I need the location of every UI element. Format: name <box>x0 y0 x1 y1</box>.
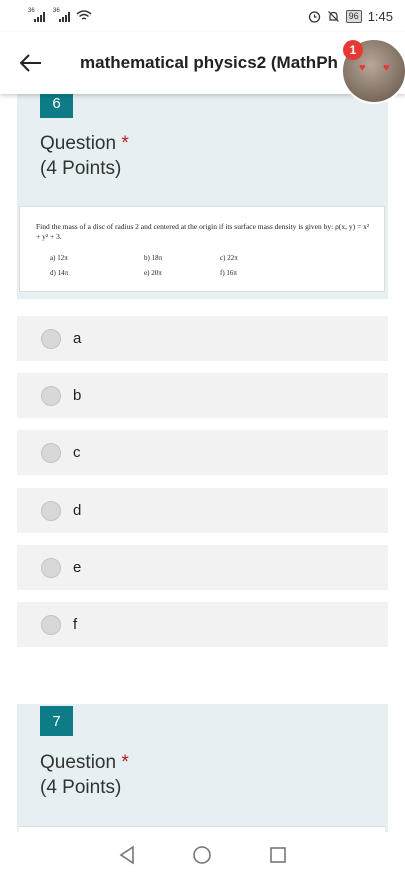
choice-text: d) 14π <box>50 269 69 277</box>
radio-button[interactable] <box>41 385 61 406</box>
option-label: a <box>73 330 82 347</box>
question-points: (4 Points) <box>40 777 122 798</box>
network-type-label: 36 <box>28 8 35 14</box>
radio-button[interactable] <box>41 557 61 578</box>
status-bar: 36 36 96 1:45 <box>0 0 405 32</box>
radio-button[interactable] <box>41 614 61 635</box>
radio-button[interactable] <box>41 500 61 521</box>
back-triangle-icon[interactable] <box>118 845 136 865</box>
arrow-left-icon <box>20 54 41 72</box>
question-image: Find the mass of a disc of radius 2 and … <box>19 206 385 292</box>
wifi-icon <box>76 10 92 20</box>
signal-icon-2: 36 <box>53 8 70 22</box>
choice-text: b) 18π <box>144 254 163 262</box>
required-mark: * <box>121 752 129 773</box>
heart-eye-icon: ♥ <box>383 62 390 74</box>
answer-option-a[interactable]: a <box>17 316 388 361</box>
choice-text: c) 22π <box>220 254 238 262</box>
network-type-label-2: 36 <box>53 8 60 14</box>
answer-option-f[interactable]: f <box>17 602 388 647</box>
question-title: Question * (4 Points) <box>40 131 129 181</box>
home-circle-icon[interactable] <box>192 845 212 865</box>
choice-text: e) 20π <box>144 269 162 277</box>
choice-text: f) 16π <box>220 269 237 277</box>
option-label: e <box>73 559 82 576</box>
option-label: b <box>73 387 82 404</box>
problem-text: Find the mass of a disc of radius 2 and … <box>36 222 370 241</box>
clock: 1:45 <box>367 8 393 24</box>
question-label: Question <box>40 133 117 154</box>
question-number: 7 <box>40 706 73 736</box>
required-mark: * <box>121 133 129 154</box>
answer-option-b[interactable]: b <box>17 373 388 418</box>
question-label: Question <box>40 752 117 773</box>
heart-eye-icon: ♥ <box>359 62 366 74</box>
system-nav-bar <box>0 832 405 878</box>
signal-icon: 36 <box>28 8 45 22</box>
notification-badge: 1 <box>343 40 363 60</box>
app-header: mathematical physics2 (MathPh 1 ♥ ♥ <box>0 32 405 104</box>
mute-icon <box>327 10 339 22</box>
recents-square-icon[interactable] <box>269 846 287 864</box>
page-title: mathematical physics2 (MathPh <box>80 53 338 72</box>
radio-button[interactable] <box>41 442 61 463</box>
status-left: 36 36 <box>28 8 92 22</box>
question-title: Question * (4 Points) <box>40 750 129 800</box>
answer-option-d[interactable]: d <box>17 488 388 533</box>
option-label: d <box>73 502 82 519</box>
alarm-icon <box>308 10 320 23</box>
answer-option-c[interactable]: c <box>17 430 388 475</box>
option-label: c <box>73 444 81 461</box>
radio-button[interactable] <box>41 328 61 349</box>
battery-icon: 96 <box>345 9 362 23</box>
question-points: (4 Points) <box>40 158 122 179</box>
choice-text: a) 12π <box>50 254 68 262</box>
answer-option-e[interactable]: e <box>17 545 388 590</box>
option-label: f <box>73 616 78 633</box>
back-button[interactable] <box>0 32 62 94</box>
status-right: 96 1:45 <box>308 9 393 24</box>
